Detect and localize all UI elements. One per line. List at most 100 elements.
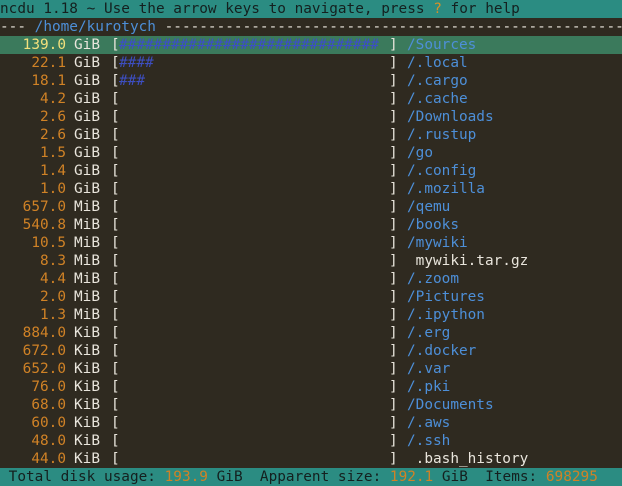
- graph-open-bracket: [: [111, 397, 120, 413]
- entry-size: 8.3: [40, 253, 66, 269]
- file-row[interactable]: 1.3 MiB [] /.ipython: [0, 306, 622, 324]
- graph-open-bracket: [: [111, 271, 120, 287]
- entry-unit: MiB: [74, 235, 100, 251]
- entry-unit: MiB: [74, 253, 100, 269]
- entry-name: /.pki: [407, 379, 451, 395]
- file-row[interactable]: 60.0 KiB [] /.aws: [0, 414, 622, 432]
- entry-unit: MiB: [74, 289, 100, 305]
- file-row[interactable]: 1.0 GiB [] /.mozilla: [0, 180, 622, 198]
- graph-close-bracket: ]: [389, 451, 398, 467]
- graph-close-bracket: ]: [389, 73, 398, 89]
- entry-size: 18.1: [31, 73, 66, 89]
- file-row[interactable]: 76.0 KiB [] /.pki: [0, 378, 622, 396]
- entry-size: 2.6: [40, 127, 66, 143]
- file-row[interactable]: 540.8 MiB [] /books: [0, 216, 622, 234]
- file-row[interactable]: 4.4 MiB [] /.zoom: [0, 270, 622, 288]
- path-dashes-right: ----------------------------------------…: [164, 19, 622, 35]
- file-row[interactable]: 657.0 MiB [] /qemu: [0, 198, 622, 216]
- graph-open-bracket: [: [111, 361, 120, 377]
- entry-unit: KiB: [74, 361, 100, 377]
- entry-unit: GiB: [74, 127, 100, 143]
- entry-size: 44.0: [31, 451, 66, 467]
- file-row[interactable]: 68.0 KiB [] /Documents: [0, 396, 622, 414]
- entry-unit: MiB: [74, 271, 100, 287]
- entry-size: 1.4: [40, 163, 66, 179]
- file-row[interactable]: 2.0 MiB [] /Pictures: [0, 288, 622, 306]
- ncdu-terminal: ncdu 1.18 ~ Use the arrow keys to naviga…: [0, 0, 622, 486]
- graph-open-bracket: [: [111, 307, 120, 323]
- entry-unit: MiB: [74, 307, 100, 323]
- total-disk-usage-label: Total disk usage:: [0, 469, 165, 485]
- usage-graph: ##############################: [119, 37, 379, 53]
- graph-close-bracket: ]: [389, 289, 398, 305]
- entry-name: /.erg: [407, 325, 451, 341]
- entry-name: /.local: [407, 55, 468, 71]
- entry-unit: GiB: [74, 181, 100, 197]
- entry-name: /.cache: [407, 91, 468, 107]
- entry-name: /mywiki: [407, 235, 468, 251]
- graph-open-bracket: [: [111, 199, 120, 215]
- graph-open-bracket: [: [111, 415, 120, 431]
- graph-open-bracket: [: [111, 343, 120, 359]
- entry-name: /.mozilla: [407, 181, 485, 197]
- graph-close-bracket: ]: [389, 307, 398, 323]
- file-row[interactable]: 8.3 MiB [] mywiki.tar.gz: [0, 252, 622, 270]
- entry-unit: KiB: [74, 451, 100, 467]
- file-row[interactable]: 22.1 GiB[####]/.local: [0, 54, 622, 72]
- file-row[interactable]: 139.0 GiB[##############################]…: [0, 36, 622, 54]
- entry-name: /Pictures: [407, 289, 485, 305]
- entry-size: 10.5: [31, 235, 66, 251]
- entry-name: /Sources: [407, 37, 477, 53]
- apparent-size-unit: GiB: [433, 469, 468, 485]
- graph-close-bracket: ]: [389, 55, 398, 71]
- entry-name: /.var: [407, 361, 451, 377]
- graph-close-bracket: ]: [389, 127, 398, 143]
- entry-size: 672.0: [22, 343, 66, 359]
- items-value: 698295: [545, 469, 598, 485]
- graph-close-bracket: ]: [389, 271, 398, 287]
- entry-name: /Downloads: [407, 109, 494, 125]
- entry-unit: MiB: [74, 217, 100, 233]
- graph-open-bracket: [: [111, 109, 120, 125]
- entry-name: /Documents: [407, 397, 494, 413]
- entry-size: 1.3: [40, 307, 66, 323]
- file-row[interactable]: 1.5 GiB [] /go: [0, 144, 622, 162]
- entry-unit: GiB: [74, 91, 100, 107]
- entry-unit: KiB: [74, 343, 100, 359]
- file-row[interactable]: 44.0 KiB [] .bash_history: [0, 450, 622, 468]
- entry-size: 2.0: [40, 289, 66, 305]
- entry-name: /.cargo: [407, 73, 468, 89]
- graph-open-bracket: [: [111, 289, 120, 305]
- path-bar: --- /home/kurotych ---------------------…: [0, 18, 622, 36]
- file-row[interactable]: 48.0 KiB [] /.ssh: [0, 432, 622, 450]
- title-bar: ncdu 1.18 ~ Use the arrow keys to naviga…: [0, 0, 622, 18]
- file-row[interactable]: 672.0 KiB [] /.docker: [0, 342, 622, 360]
- file-row[interactable]: 1.4 GiB [] /.config: [0, 162, 622, 180]
- entry-size: 2.6: [40, 109, 66, 125]
- graph-close-bracket: ]: [389, 433, 398, 449]
- file-row[interactable]: 2.6 GiB [] /.rustup: [0, 126, 622, 144]
- graph-close-bracket: ]: [389, 325, 398, 341]
- graph-close-bracket: ]: [389, 37, 398, 53]
- entry-name: mywiki.tar.gz: [407, 253, 529, 269]
- graph-close-bracket: ]: [389, 397, 398, 413]
- file-row[interactable]: 10.5 MiB [] /mywiki: [0, 234, 622, 252]
- title-suffix: for help: [441, 1, 520, 17]
- file-row[interactable]: 884.0 KiB [] /.erg: [0, 324, 622, 342]
- title-prefix: ncdu 1.18 ~ Use the arrow keys to naviga…: [0, 1, 434, 17]
- graph-close-bracket: ]: [389, 91, 398, 107]
- graph-close-bracket: ]: [389, 415, 398, 431]
- graph-close-bracket: ]: [389, 163, 398, 179]
- help-key[interactable]: ?: [433, 1, 442, 17]
- entry-name: /.aws: [407, 415, 451, 431]
- file-row[interactable]: 18.1 GiB[###]/.cargo: [0, 72, 622, 90]
- graph-close-bracket: ]: [389, 109, 398, 125]
- entry-size: 884.0: [22, 325, 66, 341]
- file-row[interactable]: 2.6 GiB [] /Downloads: [0, 108, 622, 126]
- file-row[interactable]: 4.2 GiB [] /.cache: [0, 90, 622, 108]
- entry-unit: KiB: [74, 433, 100, 449]
- entry-unit: KiB: [74, 325, 100, 341]
- entry-unit: GiB: [74, 109, 100, 125]
- file-row[interactable]: 652.0 KiB [] /.var: [0, 360, 622, 378]
- apparent-size-value: 192.1: [389, 469, 434, 485]
